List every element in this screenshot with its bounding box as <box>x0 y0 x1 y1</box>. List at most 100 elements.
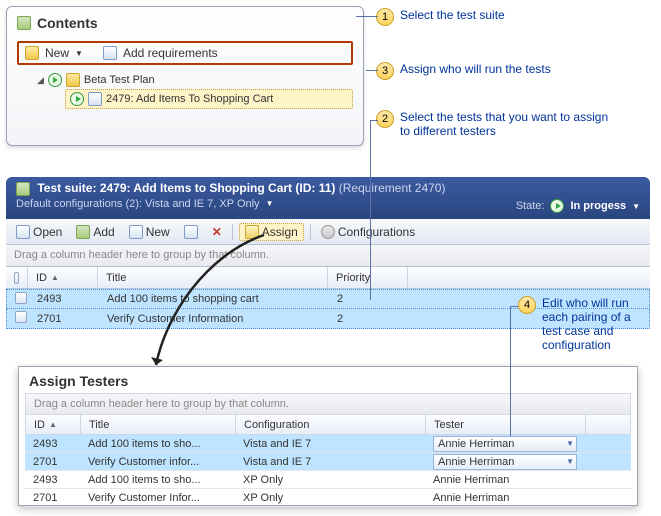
expand-icon[interactable]: ◢ <box>37 75 44 86</box>
suite-name: 2479: Add Items to Shopping Cart (ID: 11… <box>100 181 336 195</box>
config-dropdown-icon[interactable]: ▼ <box>266 199 274 208</box>
cell-priority: 2 <box>329 311 409 327</box>
play-icon <box>48 73 62 87</box>
col-priority[interactable]: Priority <box>328 267 408 288</box>
dlg-col-title[interactable]: Title <box>81 415 236 434</box>
connector-line <box>356 16 378 17</box>
group-hint[interactable]: Drag a column header here to group by th… <box>6 245 650 267</box>
assign-arrow <box>146 225 276 385</box>
tree-root-label: Beta Test Plan <box>84 74 155 86</box>
contents-title: Contents <box>37 15 98 31</box>
cell-id: 2701 <box>25 455 80 469</box>
callout-1: 1 Select the test suite <box>376 8 505 26</box>
cell-tester: Annie Herriman <box>425 491 585 505</box>
new-button[interactable]: New <box>45 46 69 60</box>
suite-config-text: Default configurations (2): Vista and IE… <box>16 198 260 210</box>
cell-priority: 2 <box>329 291 409 307</box>
tester-name: Annie Herriman <box>438 438 514 450</box>
tree: ◢ Beta Test Plan 2479: Add Items To Shop… <box>17 71 353 109</box>
tester-name: Annie Herriman <box>433 492 509 504</box>
table-row[interactable]: 2701 Verify Customer Infor... XP Only An… <box>25 489 631 507</box>
connector-line <box>510 306 511 436</box>
suite-toolbar: Open Add New ✕ Assign Configurations <box>6 219 650 245</box>
open-icon <box>16 225 30 239</box>
suite-requirement: (Requirement 2470) <box>339 181 446 195</box>
cell-id: 2493 <box>29 291 99 307</box>
chevron-down-icon[interactable]: ▼ <box>566 457 574 466</box>
table-row[interactable]: 2493 Add 100 items to sho... XP Only Ann… <box>25 471 631 489</box>
col-icon[interactable] <box>6 267 28 288</box>
dlg-col-config-label: Configuration <box>244 419 309 431</box>
configurations-button[interactable]: Configurations <box>317 223 419 241</box>
cell-title: Add 100 items to sho... <box>80 473 235 487</box>
callout-num-3: 3 <box>376 62 394 80</box>
state-value: In progess <box>570 200 626 212</box>
dlg-col-id[interactable]: ID▲ <box>26 415 81 434</box>
col-title-label: Title <box>106 272 126 284</box>
table-row[interactable]: 2701 Verify Customer infor... Vista and … <box>25 453 631 471</box>
tester-dropdown[interactable]: Annie Herriman▼ <box>433 454 577 470</box>
callout-num-2: 2 <box>376 110 394 128</box>
callout-4-text: Edit who will run each pairing of a test… <box>542 296 652 352</box>
dlg-col-config[interactable]: Configuration <box>236 415 426 434</box>
row-icon <box>15 311 27 323</box>
chevron-down-icon[interactable]: ▼ <box>566 439 574 448</box>
suite-header: Test suite: 2479: Add Items to Shopping … <box>6 177 650 219</box>
state-dropdown-icon[interactable]: ▼ <box>632 202 640 211</box>
callout-2: 2 Select the tests that you want to assig… <box>376 110 626 138</box>
gear-icon <box>321 225 335 239</box>
connector-line <box>510 306 518 307</box>
connector-line <box>370 120 378 121</box>
state-control[interactable]: State: In progess ▼ <box>516 199 640 213</box>
cell-title: Add 100 items to sho... <box>80 437 235 451</box>
cell-tester: Annie Herriman ▼ <box>425 435 585 453</box>
add-button[interactable]: Add <box>72 223 118 241</box>
suite-icon <box>16 182 30 196</box>
dlg-col-tester[interactable]: Tester <box>426 415 586 434</box>
state-label: State: <box>516 200 545 212</box>
assign-testers-dialog: Assign Testers Drag a column header here… <box>18 366 638 506</box>
tester-dropdown[interactable]: Annie Herriman ▼ <box>433 436 577 452</box>
state-play-icon <box>550 199 564 213</box>
new-icon <box>129 225 143 239</box>
add-requirements-button[interactable]: Add requirements <box>123 46 218 60</box>
row-icon <box>15 292 27 304</box>
sort-asc-icon: ▲ <box>51 273 59 282</box>
dialog-group-hint[interactable]: Drag a column header here to group by th… <box>25 393 631 415</box>
cell-tester: Annie Herriman▼ <box>425 453 585 471</box>
open-label: Open <box>33 225 62 239</box>
table-row[interactable]: 2493 Add 100 items to sho... Vista and I… <box>25 435 631 453</box>
open-button[interactable]: Open <box>12 223 66 241</box>
col-priority-label: Priority <box>336 272 370 284</box>
dialog-columns: ID▲ Title Configuration Tester <box>25 415 631 435</box>
connector-line <box>366 70 378 71</box>
new-dropdown-icon[interactable]: ▼ <box>75 49 83 58</box>
callout-2-text: Select the tests that you want to assign… <box>400 110 610 138</box>
cell-config: Vista and IE 7 <box>235 455 425 469</box>
tree-child-row[interactable]: 2479: Add Items To Shopping Cart <box>65 89 353 109</box>
dialog-title: Assign Testers <box>19 367 637 393</box>
col-id-label: ID <box>36 272 47 284</box>
cell-title: Verify Customer Infor... <box>80 491 235 505</box>
callout-num-1: 1 <box>376 8 394 26</box>
col-id[interactable]: ID ▲ <box>28 267 98 288</box>
dlg-col-tester-label: Tester <box>434 419 464 431</box>
cell-config: XP Only <box>235 473 425 487</box>
separator <box>310 224 311 240</box>
callout-3-text: Assign who will run the tests <box>400 62 551 76</box>
cell-id: 2493 <box>25 437 80 451</box>
add-label: Add <box>93 225 114 239</box>
sort-asc-icon: ▲ <box>49 420 57 429</box>
plan-folder-icon <box>66 73 80 87</box>
callout-1-text: Select the test suite <box>400 8 505 22</box>
cell-id: 2493 <box>25 473 80 487</box>
tree-root-row[interactable]: ◢ Beta Test Plan <box>37 71 353 89</box>
cell-config: Vista and IE 7 <box>235 437 425 451</box>
tester-name: Annie Herriman <box>433 474 509 486</box>
grid-columns: ID ▲ Title Priority <box>6 267 650 289</box>
callout-4: 4Edit who will run each pairing of a tes… <box>518 296 658 352</box>
suite-title: Test suite: 2479: Add Items to Shopping … <box>16 181 640 196</box>
cell-tester: Annie Herriman <box>425 473 585 487</box>
suite-prefix: Test suite: <box>37 181 96 195</box>
add-requirements-icon <box>103 46 117 60</box>
